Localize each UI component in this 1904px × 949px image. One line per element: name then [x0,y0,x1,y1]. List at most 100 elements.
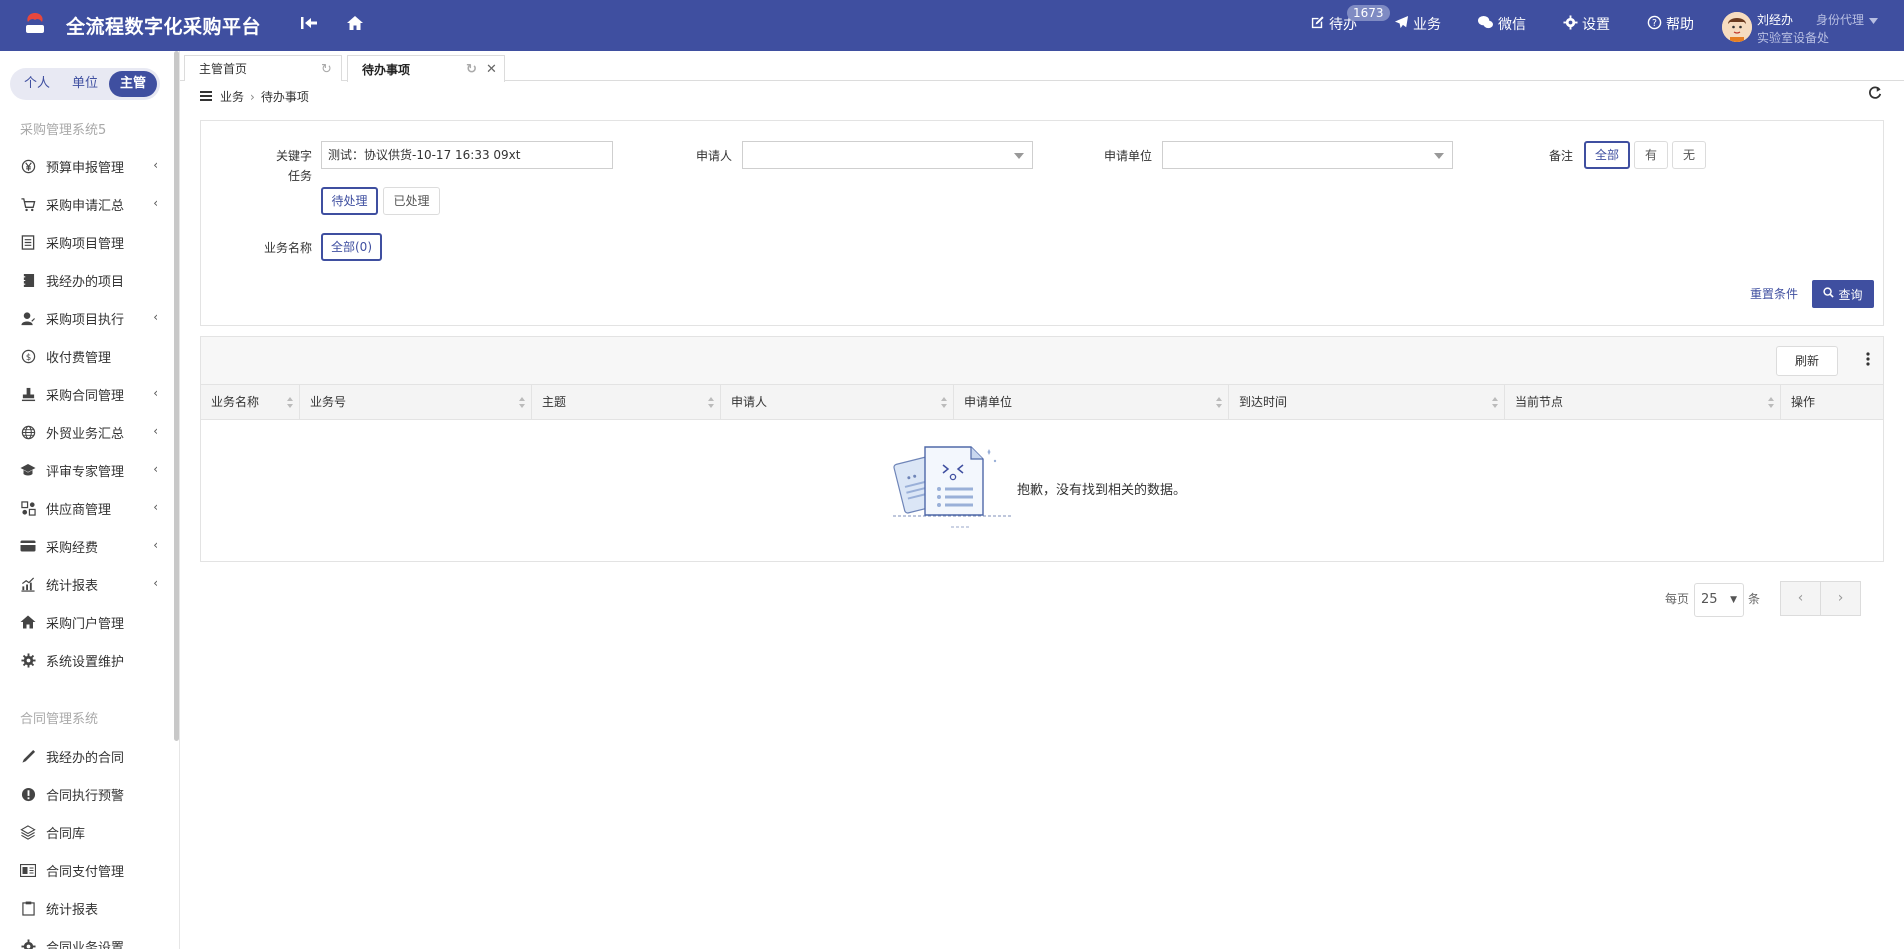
sidebar-item-contract-settings[interactable]: 合同业务设置 [0,931,174,949]
home-icon [346,15,364,35]
breadcrumb-item[interactable]: 业务 [220,88,244,105]
sort-icon [1216,397,1222,408]
settings-label: 设置 [1582,17,1610,33]
sidebar-item-project-exec[interactable]: 采购项目执行 ‹ [0,303,174,333]
sidebar-item-fees[interactable]: $ 收付费管理 [0,341,174,371]
column-header-apply-unit[interactable]: 申请单位 [954,385,1229,420]
column-label: 业务号 [310,395,347,409]
caret-down-icon [1434,153,1444,159]
task-option-pending[interactable]: 待处理 [321,187,378,215]
globe-icon [20,424,36,440]
sidebar-item-suppliers[interactable]: 供应商管理 ‹ [0,493,174,523]
tab-todo[interactable]: 待办事项 ↻ ✕ [347,55,505,82]
sidebar-item-label: 采购项目管理 [46,236,125,252]
notebook-icon [20,272,36,288]
applicant-select[interactable] [742,141,1033,169]
empty-message: 抱歉，没有找到相关的数据。 [1017,483,1187,498]
sidebar-item-label: 系统设置维护 [46,654,125,670]
page-size-select[interactable]: 25 ▼ [1694,583,1744,617]
biz-name-option-all[interactable]: 全部(0) [321,233,382,261]
help-button[interactable]: ? 帮助 [1647,14,1694,34]
proxy-label: 身份代理 [1816,13,1865,27]
page-refresh-button[interactable] [1868,86,1882,103]
task-option-done[interactable]: 已处理 [383,187,440,215]
sidebar-item-reports[interactable]: 统计报表 ‹ [0,569,174,599]
payment-icon [20,862,36,878]
settings-button[interactable]: 设置 [1563,14,1610,34]
sidebar-item-contracts[interactable]: 采购合同管理 ‹ [0,379,174,409]
refresh-icon[interactable]: ↻ [466,62,477,77]
chevron-left-icon: ‹ [153,310,158,324]
column-header-biz-no[interactable]: 业务号 [300,385,532,420]
identity-proxy-dropdown[interactable]: 身份代理 [1816,11,1879,28]
supplier-icon [20,500,36,516]
refresh-icon [1868,86,1882,103]
remark-option-no[interactable]: 无 [1672,141,1706,169]
next-page-button[interactable]: › [1820,581,1861,616]
prev-page-button[interactable]: ‹ [1780,581,1821,616]
sidebar-item-label: 外贸业务汇总 [46,426,125,442]
sidebar-item-contract-reports[interactable]: 统计报表 [0,893,174,923]
apply-unit-select[interactable] [1162,141,1453,169]
caret-down-icon [1869,13,1879,27]
sidebar-item-funds[interactable]: 采购经费 ‹ [0,531,174,561]
remark-option-all[interactable]: 全部 [1584,141,1630,169]
home-icon [20,614,36,630]
home-button[interactable] [346,14,364,36]
sidebar-item-system-settings[interactable]: 系统设置维护 [0,645,174,675]
column-header-subject[interactable]: 主题 [532,385,721,420]
sidebar-scrollbar[interactable] [174,51,179,741]
refresh-icon[interactable]: ↻ [321,62,332,77]
sidebar-item-contract-library[interactable]: 合同库 [0,817,174,847]
sidebar-item-experts[interactable]: 评审专家管理 ‹ [0,455,174,485]
chevron-left-icon: ‹ [153,196,158,210]
sidebar-item-label: 预算申报管理 [46,160,125,176]
column-header-applicant[interactable]: 申请人 [721,385,954,420]
sidebar-item-contract-payment[interactable]: 合同支付管理 [0,855,174,885]
sidebar-item-my-contracts[interactable]: 我经办的合同 [0,741,174,771]
sidebar-item-label: 合同业务设置 [46,940,125,949]
sidebar-item-label: 采购门户管理 [46,616,125,632]
sidebar-item-project-manage[interactable]: 采购项目管理 [0,227,174,257]
sidebar-item-my-projects[interactable]: 我经办的项目 [0,265,174,295]
svg-text:$: $ [25,351,30,361]
top-header: 全流程数字化采购平台 待办 1673 业务 微信 设置 ? 帮助 刘经办 实验室… [0,0,1904,51]
role-supervisor[interactable]: 主管 [109,71,157,97]
chevron-left-icon: ‹ [153,386,158,400]
empty-document-icon [891,441,1013,536]
business-button[interactable]: 业务 [1394,14,1441,34]
refresh-button[interactable]: 刷新 [1776,346,1838,376]
role-personal[interactable]: 个人 [13,71,61,97]
chevron-left-icon: ‹ [153,462,158,476]
sidebar-item-portal[interactable]: 采购门户管理 [0,607,174,637]
query-button[interactable]: 查询 [1812,280,1874,308]
applicant-label: 申请人 [695,149,732,163]
query-label: 查询 [1838,287,1863,302]
app-title: 全流程数字化采购平台 [66,16,262,38]
reset-conditions-link[interactable]: 重置条件 [1750,285,1798,302]
sidebar-item-foreign-trade[interactable]: 外贸业务汇总 ‹ [0,417,174,447]
sidebar-item-budget[interactable]: 预算申报管理 ‹ [0,151,174,181]
more-options-icon[interactable] [1861,351,1875,370]
remark-option-yes[interactable]: 有 [1634,141,1668,169]
keyword-input[interactable]: 测试：协议供货-10-17 16:33 09xt [321,141,613,169]
close-icon[interactable]: ✕ [486,62,497,77]
collapse-sidebar-button[interactable] [300,14,318,36]
user-dept: 实验室设备处 [1757,31,1830,45]
edit-icon [1310,15,1329,34]
sidebar-item-apply-summary[interactable]: 采购申请汇总 ‹ [0,189,174,219]
chevron-left-icon: ‹ [153,158,158,172]
avatar[interactable] [1722,12,1752,42]
column-header-current-node[interactable]: 当前节点 [1505,385,1781,420]
line-chart-icon [20,576,36,592]
menu-icon[interactable] [200,90,212,104]
column-header-biz-name[interactable]: 业务名称 [201,385,300,420]
wechat-button[interactable]: 微信 [1477,14,1526,34]
column-label: 申请单位 [964,395,1013,409]
role-unit[interactable]: 单位 [61,71,109,97]
sidebar-item-contract-alert[interactable]: 合同执行预警 [0,779,174,809]
tab-supervisor-home[interactable]: 主管首页 ↻ [184,55,342,81]
unit-label: 条 [1748,592,1761,606]
column-header-arrival-time[interactable]: 到达时间 [1229,385,1505,420]
section-title-contract: 合同管理系统 [20,712,99,727]
